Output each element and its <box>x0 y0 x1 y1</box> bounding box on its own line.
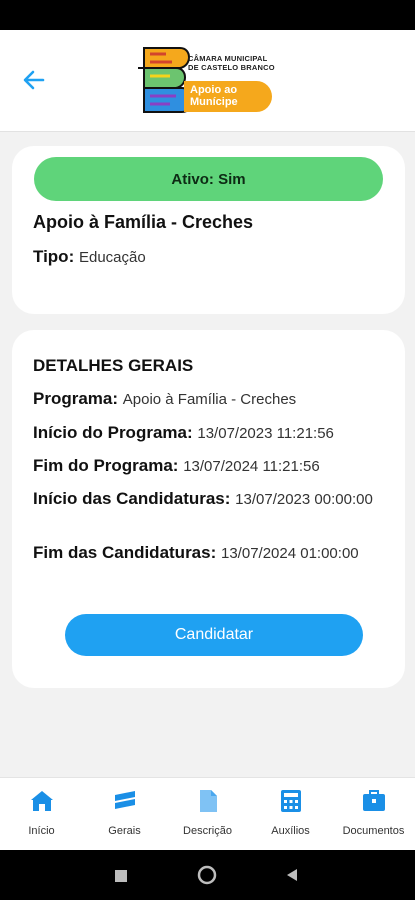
triangle-back-icon <box>287 869 297 881</box>
type-line: Tipo: Educação <box>33 247 146 267</box>
detail-value: 13/07/2024 11:21:56 <box>183 458 320 475</box>
status-badge: Ativo: Sim <box>34 157 383 201</box>
logo-app-line2: Munícipe <box>190 96 238 108</box>
document-icon <box>199 790 217 812</box>
detail-value: 13/07/2023 11:21:56 <box>197 425 334 442</box>
detail-row-programa: Programa: Apoio à Família - Creches <box>33 388 373 411</box>
status-bar <box>0 0 415 30</box>
recents-button[interactable] <box>114 869 128 888</box>
circle-icon <box>197 865 217 885</box>
detail-label: Início do Programa: <box>33 423 193 442</box>
app-logo: CÂMARA MUNICIPAL DE CASTELO BRANCO Apoio… <box>136 44 281 116</box>
back-nav-button[interactable] <box>285 868 299 887</box>
briefcase-icon <box>362 790 385 811</box>
arrow-left-icon <box>23 70 45 90</box>
back-button[interactable] <box>18 64 50 96</box>
tab-descricao[interactable]: Descrição <box>166 778 249 850</box>
tab-gerais[interactable]: Gerais <box>83 778 166 850</box>
tab-label: Gerais <box>108 825 141 837</box>
program-title: Apoio à Família - Creches <box>33 212 254 232</box>
system-nav-bar <box>0 850 415 900</box>
tab-label: Descrição <box>183 825 232 837</box>
detail-label: Programa: <box>33 389 119 408</box>
apply-button[interactable]: Candidatar <box>65 614 363 656</box>
detail-value: 13/07/2023 00:00:00 <box>235 491 373 508</box>
app-header: CÂMARA MUNICIPAL DE CASTELO BRANCO Apoio… <box>0 30 415 132</box>
summary-card: Ativo: Sim Apoio à Família - Creches Tip… <box>12 146 405 314</box>
logo-org-name: CÂMARA MUNICIPAL DE CASTELO BRANCO <box>188 54 275 72</box>
type-label: Tipo: <box>33 247 75 266</box>
detail-row-fim-programa: Fim do Programa: 13/07/2024 11:21:56 <box>33 455 373 478</box>
detail-label: Fim das Candidaturas: <box>33 543 217 562</box>
type-value: Educação <box>78 249 146 266</box>
tab-label: Documentos <box>342 825 405 837</box>
tab-label: Auxílios <box>271 825 310 837</box>
home-nav-button[interactable] <box>197 865 217 890</box>
tab-documentos[interactable]: Documentos <box>332 778 415 850</box>
home-icon <box>30 791 53 811</box>
detail-label: Início das Candidaturas: <box>33 489 231 508</box>
square-icon <box>115 870 127 882</box>
tab-auxilios[interactable]: Auxílios <box>249 778 332 850</box>
tab-inicio[interactable]: Início <box>0 778 83 850</box>
logo-app-name: Apoio ao Munícipe <box>184 81 272 112</box>
detail-row-inicio-programa: Início do Programa: 13/07/2023 11:21:56 <box>33 422 373 445</box>
bottom-tab-bar: Início Gerais Descrição Auxílios Documen… <box>0 777 415 850</box>
calculator-icon <box>280 790 301 812</box>
tab-label: Início <box>28 825 55 837</box>
detail-value: 13/07/2024 01:00:00 <box>221 545 359 562</box>
detail-row-fim-candidaturas: Fim das Candidaturas: 13/07/2024 01:00:0… <box>33 542 373 565</box>
detail-row-inicio-candidaturas: Início das Candidaturas: 13/07/2023 00:0… <box>33 488 373 511</box>
detail-value: Apoio à Família - Creches <box>122 391 297 408</box>
details-card: DETALHES GERAIS Programa: Apoio à Famíli… <box>12 330 405 688</box>
logo-app-line1: Apoio ao <box>190 84 238 96</box>
section-title: DETALHES GERAIS <box>33 356 194 375</box>
layers-icon <box>114 791 135 809</box>
detail-label: Fim do Programa: <box>33 456 179 475</box>
